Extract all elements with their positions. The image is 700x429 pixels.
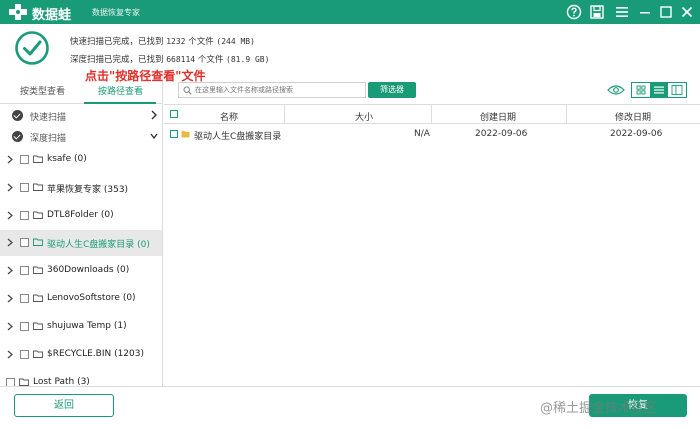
check-circle-icon (12, 131, 23, 142)
folder-icon (33, 266, 43, 274)
column-divider (284, 105, 285, 123)
filter-button[interactable]: 筛选器 (368, 82, 416, 98)
search-box[interactable] (178, 82, 366, 98)
checkbox[interactable] (20, 211, 29, 220)
column-divider (566, 105, 567, 123)
expand-arrow-icon[interactable] (7, 155, 13, 164)
folder-icon (33, 322, 43, 330)
folder-icon (33, 238, 43, 246)
checkbox[interactable] (20, 155, 29, 164)
column-size[interactable]: 大小 (355, 110, 373, 123)
search-input[interactable] (195, 84, 363, 96)
chevron-down-icon[interactable] (149, 130, 159, 142)
annotation-label: 点击"按路径查看"文件 (85, 69, 206, 83)
checkbox[interactable] (6, 378, 15, 386)
tree-item[interactable]: LenovoSoftstore (0) (0, 286, 162, 312)
eye-icon[interactable] (607, 84, 625, 96)
close-icon[interactable] (679, 4, 695, 20)
save-icon[interactable] (589, 4, 605, 20)
expand-arrow-icon[interactable] (7, 350, 13, 359)
column-divider (431, 105, 432, 123)
sidebar: 按类型查看 按路径查看 快速扫描 深度扫描 ksafe (0) 苹果恢复专家 (… (0, 76, 163, 386)
checkbox[interactable] (20, 322, 29, 331)
checkbox[interactable] (20, 350, 29, 359)
tree-item[interactable]: 360Downloads (0) (0, 258, 162, 284)
expand-arrow-icon[interactable] (7, 211, 13, 220)
folder-icon (19, 378, 29, 386)
tree-item[interactable]: DTL8Folder (0) (0, 203, 162, 229)
folder-icon (181, 131, 190, 138)
file-created-date: 2022-09-06 (475, 129, 528, 139)
expand-arrow-icon[interactable] (7, 238, 13, 247)
search-icon (183, 86, 192, 95)
app-subtitle: 数据恢复专家 (92, 8, 140, 17)
tree-item[interactable]: ksafe (0) (0, 147, 162, 173)
table-header: 名称 大小 创建日期 修改日期 (164, 104, 700, 124)
select-all-checkbox[interactable] (170, 110, 178, 118)
expand-arrow-icon[interactable] (7, 266, 13, 275)
app-name: 数据蛙 (32, 8, 72, 23)
checkbox[interactable] (20, 183, 29, 192)
frog-logo-icon (9, 4, 27, 20)
list-view-icon[interactable] (650, 83, 668, 97)
check-circle-icon (12, 110, 23, 121)
footer-bar: 返回 恢复 @稀土掘金技术社区 (0, 386, 700, 429)
file-list-panel: 筛选器 名称 大小 创建日期 修改日期 (164, 76, 700, 386)
tree-item[interactable]: $RECYCLE.BIN (1203) (0, 342, 162, 368)
tree-item[interactable]: Lost Path (3) (0, 370, 149, 386)
folder-icon (33, 294, 43, 302)
row-checkbox[interactable] (170, 130, 178, 138)
checkbox[interactable] (20, 294, 29, 303)
scan-complete-check-icon (15, 31, 49, 65)
tab-by-type[interactable]: 按类型查看 (20, 84, 65, 97)
title-bar: 数据蛙 数据恢复专家 (0, 0, 700, 24)
folder-icon (33, 155, 43, 163)
column-created[interactable]: 创建日期 (480, 110, 516, 123)
file-modified-date: 2022-09-06 (610, 129, 663, 139)
folder-icon (33, 350, 43, 358)
folder-icon (33, 183, 43, 191)
file-name: 驱动人生C盘搬家目录 (194, 132, 282, 142)
deep-scan-status: 深度扫描已完成，已找到 668114 个文件 (81.9 GB) (70, 55, 270, 65)
menu-icon[interactable] (614, 4, 630, 20)
tab-by-path[interactable]: 按路径查看 (98, 84, 143, 97)
tree-item-selected[interactable]: 驱动人生C盘搬家目录 (0) (0, 230, 162, 256)
minimize-icon[interactable] (637, 4, 653, 20)
expand-arrow-icon[interactable] (7, 294, 13, 303)
expand-arrow-icon[interactable] (7, 322, 13, 331)
tree-item[interactable]: 苹果恢复专家 (353) (0, 175, 162, 201)
back-button[interactable]: 返回 (14, 394, 114, 417)
active-tab-indicator (84, 102, 156, 104)
deep-scan-group[interactable]: 深度扫描 (0, 126, 162, 148)
chevron-right-icon[interactable] (149, 109, 159, 121)
detail-view-icon[interactable] (668, 83, 686, 97)
maximize-icon[interactable] (658, 4, 674, 20)
expand-arrow-icon[interactable] (7, 183, 13, 192)
folder-icon (33, 211, 43, 219)
quick-scan-status: 快速扫描已完成，已找到 1232 个文件 (244 MB) (70, 37, 255, 47)
quick-scan-group[interactable]: 快速扫描 (0, 105, 162, 127)
view-switcher (631, 82, 687, 98)
file-size: N/A (414, 129, 430, 139)
checkbox[interactable] (20, 238, 29, 247)
column-modified[interactable]: 修改日期 (615, 110, 651, 123)
help-icon[interactable] (566, 4, 582, 20)
table-row[interactable]: 驱动人生C盘搬家目录 N/A 2022-09-06 2022-09-06 (164, 124, 700, 144)
checkbox[interactable] (20, 266, 29, 275)
grid-view-icon[interactable] (632, 83, 650, 97)
tree-item[interactable]: shujuwa Temp (1) (0, 314, 162, 340)
watermark: @稀土掘金技术社区 (540, 401, 658, 416)
column-name[interactable]: 名称 (220, 110, 238, 123)
